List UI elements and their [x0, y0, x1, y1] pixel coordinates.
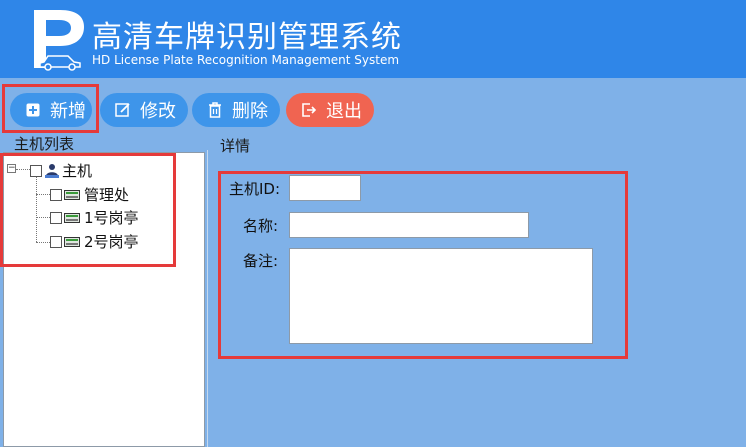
- delete-button[interactable]: 删除: [192, 93, 280, 127]
- tree-node-label: 主机: [62, 162, 93, 180]
- tree-node-child[interactable]: 管理处: [50, 184, 129, 205]
- app-title: 高清车牌识别管理系统: [92, 20, 402, 55]
- detail-title: 详情: [220, 137, 251, 155]
- computer-user-icon: [44, 163, 60, 179]
- parking-car-logo-icon: [34, 10, 84, 71]
- tree-collapse-toggle[interactable]: −: [7, 164, 16, 173]
- host-id-input[interactable]: [289, 175, 361, 201]
- remark-textarea[interactable]: [289, 248, 593, 344]
- remark-label: 备注:: [243, 252, 279, 270]
- tree-checkbox[interactable]: [50, 188, 62, 201]
- tree-node-label: 管理处: [84, 186, 130, 204]
- tree-connector: [36, 242, 50, 243]
- device-icon: [64, 189, 80, 201]
- tree-checkbox[interactable]: [50, 211, 62, 224]
- host-id-label: 主机ID:: [229, 180, 281, 198]
- host-list-title: 主机列表: [14, 135, 75, 153]
- delete-button-label: 删除: [232, 101, 268, 122]
- device-icon: [64, 212, 80, 224]
- tree-node-child[interactable]: 2号岗亭: [50, 231, 139, 252]
- tree-node-label: 1号岗亭: [84, 209, 139, 227]
- tree-node-label: 2号岗亭: [84, 233, 139, 251]
- tree-checkbox[interactable]: [50, 235, 62, 248]
- exit-button-label: 退出: [326, 101, 362, 122]
- tree-connector: [36, 176, 37, 242]
- device-icon: [64, 236, 80, 248]
- tree-node-child[interactable]: 1号岗亭: [50, 207, 139, 228]
- tree-node-root[interactable]: 主机: [30, 160, 92, 181]
- edit-button[interactable]: 修改: [100, 93, 188, 127]
- app-header: 高清车牌识别管理系统 HD License Plate Recognition …: [0, 0, 746, 78]
- detail-divider: [207, 150, 208, 447]
- tree-connector: [36, 217, 50, 218]
- logout-icon: [300, 101, 318, 119]
- trash-icon: [206, 101, 224, 119]
- name-input[interactable]: [289, 212, 529, 238]
- edit-pencil-icon: [114, 101, 132, 119]
- app-subtitle: HD License Plate Recognition Management …: [92, 53, 400, 67]
- exit-button[interactable]: 退出: [286, 93, 374, 127]
- edit-button-label: 修改: [140, 101, 176, 122]
- tree-checkbox[interactable]: [30, 164, 42, 177]
- name-label: 名称:: [243, 217, 279, 235]
- add-button[interactable]: 新增: [10, 93, 92, 127]
- plus-square-icon: [24, 101, 42, 119]
- add-button-label: 新增: [50, 101, 86, 122]
- tree-connector: [16, 169, 30, 170]
- tree-connector: [36, 194, 50, 195]
